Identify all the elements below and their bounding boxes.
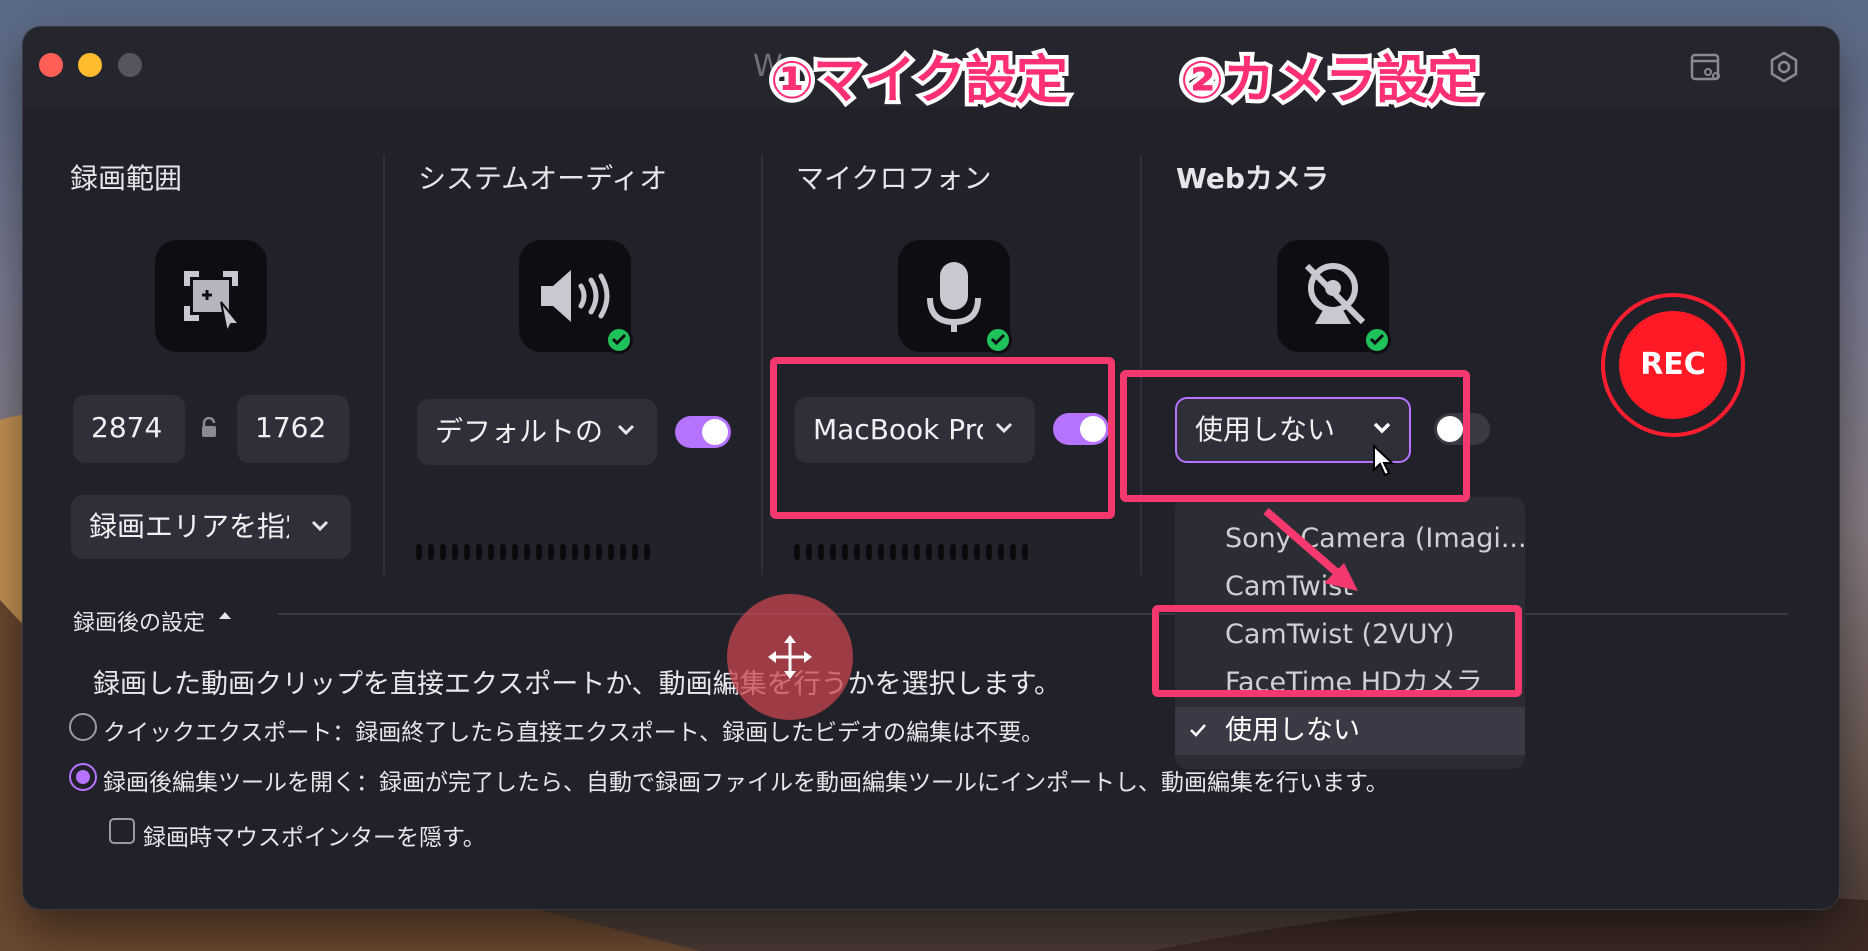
screen-select-icon: [184, 271, 242, 336]
after-recording-description: 録画した動画クリップを直接エクスポートか、動画編集を行うかを選択します。: [93, 669, 1061, 700]
chevron-down-icon: [617, 424, 635, 436]
screen-select-button[interactable]: [155, 240, 267, 352]
section-divider: [1140, 155, 1142, 575]
quick-export-radio[interactable]: [69, 713, 97, 741]
facetime-highlight-box: [1152, 605, 1522, 697]
collapse-up-icon[interactable]: [218, 610, 232, 620]
mouse-cursor-icon: [1373, 444, 1395, 477]
webcam-title: Webカメラ: [1176, 162, 1329, 195]
section-divider: [383, 155, 385, 575]
system-audio-title: システムオーディオ: [418, 162, 668, 195]
recording-area-title: 録画範囲: [70, 162, 183, 195]
microphone-title: マイクロフォン: [796, 162, 992, 195]
quick-export-label[interactable]: クイックエクスポート：録画終了したら直接エクスポート、録画したビデオの編集は不要…: [103, 713, 1044, 747]
rec-button[interactable]: REC: [1601, 293, 1745, 437]
microphone-level-meter: [794, 544, 1028, 560]
height-input[interactable]: 1762: [237, 395, 349, 463]
system-audio-toggle[interactable]: [675, 416, 731, 448]
annotation-arrow: [1263, 507, 1358, 591]
mic-setting-annotation: ①マイク設定: [766, 47, 1072, 115]
area-select-dropdown[interactable]: 録画エリアを指定: [71, 495, 351, 559]
hide-pointer-checkbox[interactable]: [109, 818, 135, 844]
status-check-icon: [984, 326, 1012, 354]
rec-label: REC: [1619, 311, 1727, 419]
chevron-down-icon: [311, 520, 329, 532]
section-divider: [761, 155, 763, 575]
mic-highlight-box: [770, 357, 1115, 519]
move-arrows-icon: [768, 635, 812, 679]
webcam-button[interactable]: [1277, 240, 1391, 354]
hide-pointer-label[interactable]: 録画時マウスポインターを隠す。: [143, 818, 486, 852]
checkmark-icon: [1190, 724, 1206, 737]
settings-gear-icon[interactable]: [1766, 49, 1802, 85]
zoom-button[interactable]: [118, 53, 142, 77]
close-button[interactable]: [39, 53, 63, 77]
video-editor-icon[interactable]: [1688, 49, 1724, 85]
microphone-button[interactable]: [898, 240, 1012, 354]
width-input[interactable]: 2874: [73, 395, 185, 463]
camera-setting-annotation: ②カメラ設定: [1176, 47, 1483, 115]
minimize-button[interactable]: [78, 53, 102, 77]
status-check-icon: [1363, 326, 1391, 354]
move-handle[interactable]: [727, 594, 853, 720]
status-check-icon: [605, 326, 633, 354]
camera-highlight-box: [1120, 370, 1470, 502]
open-editor-radio[interactable]: [69, 763, 97, 791]
after-recording-label[interactable]: 録画後の設定: [73, 605, 205, 637]
section-divider: [278, 613, 1788, 615]
webcam-option-selected[interactable]: 使用しない: [1175, 707, 1525, 755]
system-audio-device-dropdown[interactable]: デフォルトの出: [417, 399, 657, 465]
system-audio-button[interactable]: [519, 240, 633, 354]
system-audio-level-meter: [416, 544, 650, 560]
lock-open-icon[interactable]: [200, 417, 218, 439]
